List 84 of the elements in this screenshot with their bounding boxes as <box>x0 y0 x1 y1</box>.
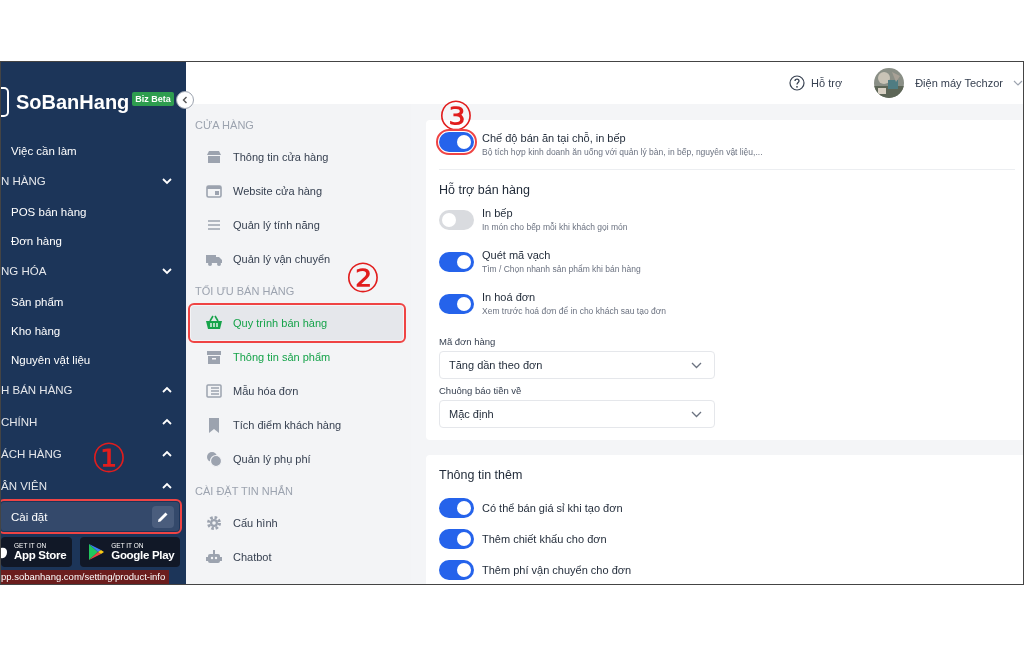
item-label: Nguyên vật liệu <box>11 353 91 366</box>
settings-nav-item[interactable]: Tích điểm khách hàng <box>191 408 403 442</box>
section-header[interactable]: ÂN VIÊN <box>1 480 47 492</box>
option-title: In hoá đơn <box>482 291 537 303</box>
section-header[interactable]: CHÍNH <box>1 416 38 428</box>
sidebar-item[interactable]: POS bán hàng <box>1 197 179 226</box>
chevron-icon[interactable] <box>162 482 172 490</box>
plan-badge: Biz Beta <box>132 92 174 106</box>
robot-icon <box>205 548 223 566</box>
sidebar-item[interactable]: Kho hàng <box>1 316 179 345</box>
select-field[interactable]: Mặc định <box>439 400 715 428</box>
group-title: CÀI ĐẶT TIN NHẮN <box>195 485 293 497</box>
callout-number: ③ <box>438 96 474 136</box>
option-title: Thêm phí vận chuyển cho đơn <box>482 563 632 576</box>
option-title: Quét mã vạch <box>482 249 552 261</box>
option-title: Có thể bán giá sỉ khi tạo đơn <box>482 501 623 514</box>
newspaper-icon <box>205 382 223 400</box>
option-description: In món cho bếp mỗi khi khách gọi món <box>482 222 628 232</box>
sidebar-item[interactable]: Sản phẩm <box>1 287 179 316</box>
field-label: Mã đơn hàng <box>439 336 497 347</box>
logo-icon <box>1 87 9 117</box>
option-title: Thêm chiết khấu cho đơn <box>482 532 607 545</box>
sidebar-item[interactable]: Đơn hàng <box>1 226 179 255</box>
section-header[interactable]: N HÀNG <box>1 175 46 187</box>
help-link[interactable]: Hỗ trợ <box>789 75 843 91</box>
settings-nav-item[interactable]: Thông tin cửa hàng <box>191 140 403 174</box>
toggle-switch[interactable] <box>439 252 474 272</box>
gear-icon <box>205 514 223 532</box>
option-title: In bếp <box>482 207 514 219</box>
chevron-icon[interactable] <box>162 177 172 185</box>
coins-icon <box>205 450 223 468</box>
archive-icon <box>205 348 223 366</box>
option-title: Chế độ bán ăn tại chỗ, in bếp <box>482 132 627 144</box>
logo-text: SoBanHang <box>16 90 130 114</box>
settings-nav-item[interactable]: Chatbot <box>191 540 403 574</box>
item-label: Đơn hàng <box>11 234 63 247</box>
toggle-switch[interactable] <box>439 294 474 314</box>
edit-button[interactable] <box>152 505 174 528</box>
card-heading: Thông tin thêm <box>439 467 524 484</box>
user-name[interactable]: Điện máy Techzor <box>915 77 1003 89</box>
chevron-icon[interactable] <box>162 386 172 394</box>
help-icon <box>789 75 806 91</box>
option-description: Xem trước hoá đơn để in cho khách sau tạo đơn <box>482 306 667 316</box>
pencil-icon <box>157 510 169 523</box>
chevron-icon[interactable] <box>162 450 172 458</box>
status-url: pp.sobanhang.com/setting/product-info <box>1 570 170 584</box>
chevron-down-icon <box>691 361 702 369</box>
chevron-left-icon <box>181 96 189 104</box>
toggle-switch[interactable] <box>439 559 474 580</box>
group-title: TỐI ƯU BÁN HÀNG <box>195 285 295 297</box>
sidebar-item[interactable]: Cài đặt <box>1 502 179 531</box>
basket-icon <box>205 314 223 332</box>
chevron-icon[interactable] <box>162 418 172 426</box>
store-icon <box>205 148 223 166</box>
item-label: POS bán hàng <box>11 205 87 218</box>
toggle-switch[interactable] <box>439 497 474 518</box>
toggle-switch[interactable] <box>439 528 474 549</box>
section-header[interactable]: NG HÓA <box>1 265 47 277</box>
toggle-switch[interactable] <box>439 132 474 152</box>
item-label: Kho hàng <box>11 324 61 337</box>
field-label: Chuông báo tiền về <box>439 385 523 396</box>
section-header[interactable]: ÁCH HÀNG <box>1 448 62 460</box>
chevron-down-icon <box>691 410 702 418</box>
chevron-icon[interactable] <box>162 267 172 275</box>
select-field[interactable]: Tăng dần theo đơn <box>439 351 715 379</box>
option-description: Bộ tích hợp kinh doanh ăn uống với quản lý bàn, in bếp, nguyên vật liệu,... <box>482 147 763 157</box>
sidebar-item[interactable]: Việc cần làm <box>1 136 179 165</box>
section-header[interactable]: H BÁN HÀNG <box>1 384 73 396</box>
toggle-switch[interactable] <box>439 210 474 230</box>
option-description: Tìm / Chọn nhanh sản phẩm khi bán hàng <box>482 264 641 274</box>
callout-number: ② <box>345 258 381 298</box>
settings-nav-item[interactable]: Cấu hình <box>191 506 403 540</box>
settings-nav-item[interactable]: Website cửa hàng <box>191 174 403 208</box>
callout-number: ① <box>91 438 127 478</box>
group-title: CỬA HÀNG <box>195 119 254 131</box>
window-icon <box>205 182 223 200</box>
item-label: Cài đặt <box>11 510 48 523</box>
item-label: Sản phẩm <box>11 295 64 308</box>
settings-nav-item[interactable]: Quản lý tính năng <box>191 208 403 242</box>
sidebar-item[interactable]: Nguyên vật liệu <box>1 345 179 374</box>
card-heading: Hỗ trợ bán hàng <box>439 181 531 199</box>
settings-nav-item[interactable]: Quản lý phụ phí <box>191 442 403 476</box>
item-label: Việc cần làm <box>11 144 77 157</box>
settings-nav-item[interactable]: Mẫu hóa đơn <box>191 374 403 408</box>
